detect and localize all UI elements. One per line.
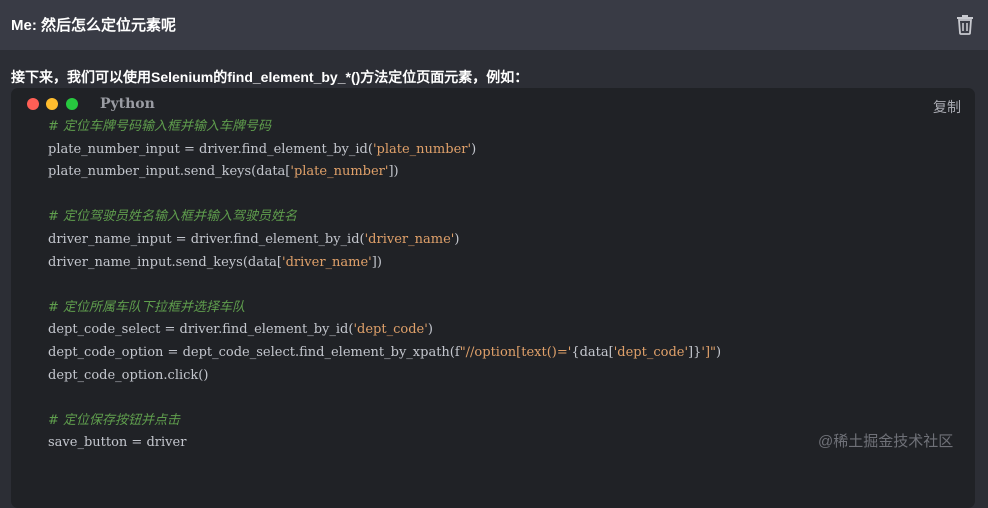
answer-area: 接下来，我们可以使用Selenium的find_element_by_*()方法… [0, 50, 988, 508]
code-token-comment: # 定位驾驶员姓名输入框并输入驾驶员姓名 [48, 209, 298, 225]
code-token-string: 'dept_code' [613, 344, 689, 360]
code-line: # 定位保存按钮并点击 [48, 410, 721, 433]
code-token-plain: ]} [688, 344, 702, 360]
window-dot-red [27, 98, 39, 110]
code-token-plain: dept_code_option = dept_code_select.find… [48, 344, 460, 360]
code-line: # 定位车牌号码输入框并输入车牌号码 [48, 116, 721, 139]
code-token-plain: ) [454, 231, 460, 247]
copy-button[interactable]: 复制 [933, 97, 961, 117]
code-token-string: 'plate_number' [372, 141, 472, 157]
answer-intro-text: 接下来，我们可以使用Selenium的find_element_by_*()方法… [11, 69, 529, 85]
code-line: dept_code_select = driver.find_element_b… [48, 319, 721, 342]
code-token-string: "//option[text()=' [459, 344, 572, 360]
trash-icon[interactable] [954, 12, 976, 36]
code-line: # 定位驾驶员姓名输入框并输入驾驶员姓名 [48, 206, 721, 229]
watermark: @稀土掘金技术社区 [818, 433, 954, 450]
code-token-plain: driver_name_input = driver.find_element_… [48, 231, 365, 247]
code-token-plain: dept_code_option.click() [48, 367, 209, 383]
code-lines[interactable]: # 定位车牌号码输入框并输入车牌号码 plate_number_input = d… [48, 116, 721, 455]
trash-icon-glyph [957, 15, 973, 35]
code-token-plain: ) [471, 141, 477, 157]
code-token-plain: ) [716, 344, 722, 360]
code-line: plate_number_input.send_keys(data['plate… [48, 161, 721, 184]
code-token-comment: # 定位所属车队下拉框并选择车队 [48, 299, 246, 315]
code-token-plain: dept_code_select = driver.find_element_b… [48, 322, 354, 338]
code-line: dept_code_option = dept_code_select.find… [48, 342, 721, 365]
code-token-plain: ) [427, 322, 433, 338]
code-token-plain: plate_number_input.send_keys(data[ [48, 164, 291, 180]
code-line: save_button = driver [48, 432, 721, 455]
code-token-string: 'plate_number' [290, 164, 389, 180]
code-token-string: ']" [701, 344, 717, 360]
question-header: Me: 然后怎么定位元素呢 [0, 0, 988, 50]
code-token-plain: save_button = driver [48, 435, 187, 451]
code-token-plain: ]) [388, 164, 399, 180]
code-token-string: 'dept_code' [353, 322, 428, 338]
window-dot-yellow [46, 98, 58, 110]
code-line: driver_name_input = driver.find_element_… [48, 229, 721, 252]
code-line: dept_code_option.click() [48, 365, 721, 388]
code-token-comment: # 定位保存按钮并点击 [48, 412, 181, 428]
code-language-label: Python [100, 96, 155, 112]
code-token-plain: ]) [371, 254, 382, 270]
code-line: # 定位所属车队下拉框并选择车队 [48, 297, 721, 320]
code-line: plate_number_input = driver.find_element… [48, 139, 721, 162]
code-token-plain: driver_name_input.send_keys(data[ [48, 254, 283, 270]
code-token-plain: plate_number_input = driver.find_element… [48, 141, 373, 157]
code-token-string: 'driver_name' [282, 254, 372, 270]
question-text: Me: 然后怎么定位元素呢 [11, 17, 177, 34]
code-line: driver_name_input.send_keys(data['driver… [48, 252, 721, 275]
code-token-plain: {data[ [571, 344, 614, 360]
window-dot-green [66, 98, 78, 110]
code-token-comment: # 定位车牌号码输入框并输入车牌号码 [48, 119, 272, 134]
code-token-string: 'driver_name' [364, 231, 455, 247]
